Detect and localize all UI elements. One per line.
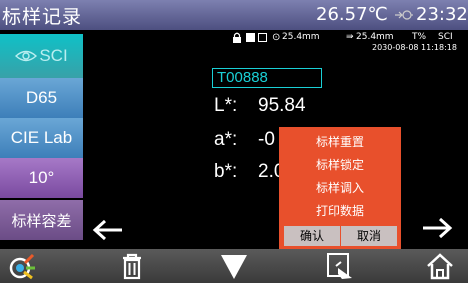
arrow-icon: ⇛ xyxy=(346,32,354,42)
lock-icon xyxy=(233,32,241,43)
reading-label: b*: xyxy=(214,161,238,182)
standard-menu-popup: 标样重置 标样锁定 标样调入 打印数据 确认 取消 xyxy=(279,127,401,249)
sidebar-item-label: SCI xyxy=(39,46,68,65)
aperture-size: 25.4mm xyxy=(282,32,320,42)
sidebar-item-illuminant[interactable]: D65 xyxy=(0,78,83,118)
temperature-readout: 26.57℃ xyxy=(316,4,388,25)
cancel-button[interactable]: 取消 xyxy=(341,226,397,246)
aperture-size-2: 25.4mm xyxy=(356,32,394,42)
reading-a: a*: -0 xyxy=(214,129,275,151)
sidebar-item-label: 10° xyxy=(28,168,55,187)
clock-group: 23:32 xyxy=(394,4,468,25)
reading-label: a*: xyxy=(214,129,238,150)
aperture-dot-icon: ⊙ xyxy=(272,32,281,43)
sidebar: SCI D65 CIE Lab 10° 标样容差 xyxy=(0,30,83,246)
triangle-down-icon[interactable] xyxy=(219,252,249,280)
menu-item-reset[interactable]: 标样重置 xyxy=(279,131,401,153)
signal-icon xyxy=(395,9,413,20)
sidebar-item-sci[interactable]: SCI xyxy=(0,34,83,78)
measure-icon[interactable] xyxy=(326,252,356,280)
sidebar-item-label: D65 xyxy=(25,88,58,107)
status-sci: SCI xyxy=(438,32,453,42)
menu-item-lock[interactable]: 标样锁定 xyxy=(279,154,401,176)
sidebar-item-observer[interactable]: 10° xyxy=(0,158,83,198)
reading-l: L*: 95.84 xyxy=(214,95,306,117)
page-title: 标样记录 xyxy=(2,6,83,28)
menu-item-print[interactable]: 打印数据 xyxy=(279,200,401,222)
reading-b: b*: 2.0 xyxy=(214,161,284,183)
reading-value: 95.84 xyxy=(258,95,306,116)
sidebar-item-colorspace[interactable]: CIE Lab xyxy=(0,118,83,158)
reading-value: -0 xyxy=(258,129,275,150)
empty-square-icon xyxy=(258,33,267,42)
eye-icon xyxy=(15,50,38,62)
clock: 23:32 xyxy=(416,4,468,25)
trash-icon[interactable] xyxy=(117,252,147,280)
filled-square-icon xyxy=(246,33,255,42)
target-icon[interactable] xyxy=(8,252,38,280)
status-line: ⊙ 25.4mm ⇛ 25.4mm T% SCI 2030-08-08 11:1… xyxy=(232,32,468,54)
arrow-right-icon[interactable] xyxy=(421,216,453,240)
bottom-toolbar xyxy=(0,249,468,283)
sidebar-item-tolerance[interactable]: 标样容差 xyxy=(0,200,83,240)
home-icon[interactable] xyxy=(425,252,455,280)
confirm-button[interactable]: 确认 xyxy=(284,226,340,246)
measure-mode: T% xyxy=(412,32,427,42)
arrow-left-icon[interactable] xyxy=(92,218,124,242)
status-datetime: 2030-08-08 11:18:18 xyxy=(372,43,457,52)
menu-item-load[interactable]: 标样调入 xyxy=(279,177,401,199)
sidebar-item-label: 标样容差 xyxy=(11,211,72,230)
sidebar-item-label: CIE Lab xyxy=(10,128,73,147)
sample-name-field[interactable]: T00888 xyxy=(212,68,322,88)
title-bar: 标样记录 26.57℃ 23:32 xyxy=(0,0,468,30)
reading-label: L*: xyxy=(214,95,238,116)
